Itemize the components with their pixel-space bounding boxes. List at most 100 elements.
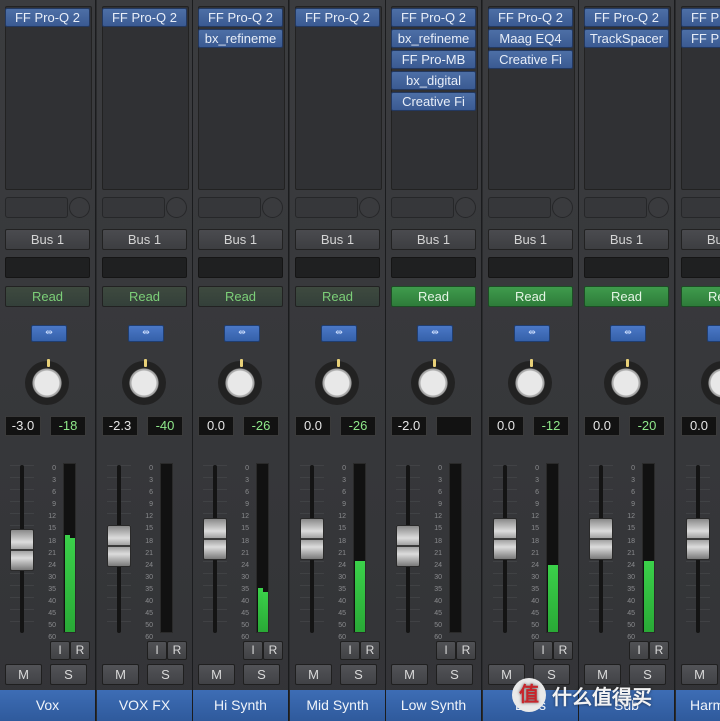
- pan-knob[interactable]: [218, 361, 262, 405]
- link-icon[interactable]: ⇹: [417, 325, 453, 342]
- solo-button[interactable]: S: [147, 664, 184, 685]
- volume-fader[interactable]: [107, 525, 131, 567]
- peak-readout[interactable]: -12: [533, 416, 569, 436]
- plugin-slot[interactable]: FF Pro-Q 2: [391, 8, 476, 27]
- input-monitor-button[interactable]: I: [629, 641, 649, 660]
- volume-fader[interactable]: [10, 529, 34, 571]
- volume-fader[interactable]: [493, 518, 517, 560]
- automation-mode-button[interactable]: Read: [295, 286, 380, 307]
- solo-button[interactable]: S: [436, 664, 473, 685]
- volume-fader[interactable]: [203, 518, 227, 560]
- output-bus-button[interactable]: Bus 1: [102, 229, 187, 250]
- send-slot[interactable]: [584, 197, 647, 218]
- pan-knob[interactable]: [122, 361, 166, 405]
- send-level-knob[interactable]: [166, 197, 187, 218]
- output-bus-button[interactable]: Bus 1: [391, 229, 476, 250]
- channel-name[interactable]: VOX FX: [97, 690, 192, 721]
- mute-button[interactable]: M: [391, 664, 428, 685]
- record-enable-button[interactable]: R: [649, 641, 669, 660]
- volume-readout[interactable]: -2.3: [102, 416, 138, 436]
- plugin-slot[interactable]: FF Pro-Q 2: [198, 8, 283, 27]
- output-bus-button[interactable]: Bus 1: [488, 229, 573, 250]
- send-slot[interactable]: [681, 197, 720, 218]
- record-enable-button[interactable]: R: [70, 641, 90, 660]
- volume-fader[interactable]: [589, 518, 613, 560]
- input-monitor-button[interactable]: I: [243, 641, 263, 660]
- mute-button[interactable]: M: [102, 664, 139, 685]
- record-enable-button[interactable]: R: [553, 641, 573, 660]
- send-level-knob[interactable]: [648, 197, 669, 218]
- solo-button[interactable]: S: [340, 664, 377, 685]
- send-slot[interactable]: [295, 197, 358, 218]
- volume-readout[interactable]: 0.0: [681, 416, 717, 436]
- plugin-slot[interactable]: TrackSpacer: [584, 29, 669, 48]
- send-slot[interactable]: [198, 197, 261, 218]
- output-bus-button[interactable]: Bus 1: [295, 229, 380, 250]
- peak-readout[interactable]: -18: [50, 416, 86, 436]
- input-monitor-button[interactable]: I: [533, 641, 553, 660]
- volume-readout[interactable]: 0.0: [198, 416, 234, 436]
- pan-knob[interactable]: [508, 361, 552, 405]
- send-slot[interactable]: [102, 197, 165, 218]
- group-slot[interactable]: [5, 257, 90, 278]
- plugin-slot[interactable]: FF Pro-Q 2: [584, 8, 669, 27]
- send-level-knob[interactable]: [552, 197, 573, 218]
- send-slot[interactable]: [391, 197, 454, 218]
- mute-button[interactable]: M: [198, 664, 235, 685]
- link-icon[interactable]: ⇹: [514, 325, 550, 342]
- input-monitor-button[interactable]: I: [147, 641, 167, 660]
- input-monitor-button[interactable]: I: [436, 641, 456, 660]
- volume-fader[interactable]: [686, 518, 710, 560]
- plugin-slot[interactable]: bx_refineme: [391, 29, 476, 48]
- volume-readout[interactable]: 0.0: [488, 416, 524, 436]
- volume-readout[interactable]: -3.0: [5, 416, 41, 436]
- output-bus-button[interactable]: Bus 1: [584, 229, 669, 250]
- automation-mode-button[interactable]: Read: [488, 286, 573, 307]
- automation-mode-button[interactable]: Read: [198, 286, 283, 307]
- plugin-slot[interactable]: bx_digital: [391, 71, 476, 90]
- peak-readout[interactable]: -26: [340, 416, 376, 436]
- peak-readout[interactable]: -40: [147, 416, 183, 436]
- pan-knob[interactable]: [411, 361, 455, 405]
- plugin-slot[interactable]: Creative Fi: [391, 92, 476, 111]
- peak-readout[interactable]: -26: [243, 416, 279, 436]
- link-icon[interactable]: ⇹: [610, 325, 646, 342]
- volume-readout[interactable]: -2.0: [391, 416, 427, 436]
- plugin-slot[interactable]: FF Pro-Q 2: [102, 8, 187, 27]
- plugin-slot[interactable]: Creative Fi: [488, 50, 573, 69]
- plugin-slot[interactable]: FF Pro-Q 2: [5, 8, 90, 27]
- record-enable-button[interactable]: R: [456, 641, 476, 660]
- send-level-knob[interactable]: [69, 197, 90, 218]
- link-icon[interactable]: ⇹: [128, 325, 164, 342]
- solo-button[interactable]: S: [243, 664, 280, 685]
- send-level-knob[interactable]: [359, 197, 380, 218]
- link-icon[interactable]: ⇹: [321, 325, 357, 342]
- record-enable-button[interactable]: R: [167, 641, 187, 660]
- automation-mode-button[interactable]: Read: [102, 286, 187, 307]
- send-level-knob[interactable]: [262, 197, 283, 218]
- plugin-slot[interactable]: FF Pro-MB: [391, 50, 476, 69]
- send-slot[interactable]: [5, 197, 68, 218]
- pan-knob[interactable]: [315, 361, 359, 405]
- output-bus-button[interactable]: Bus 1: [5, 229, 90, 250]
- automation-mode-button[interactable]: Read: [584, 286, 669, 307]
- link-icon[interactable]: ⇹: [31, 325, 67, 342]
- group-slot[interactable]: [488, 257, 573, 278]
- plugin-slot[interactable]: FF Pro-Q 2: [681, 8, 720, 27]
- plugin-slots[interactable]: [5, 6, 92, 190]
- mute-button[interactable]: M: [5, 664, 42, 685]
- plugin-slot[interactable]: FF Pro-Q 2: [681, 29, 720, 48]
- plugin-slots[interactable]: [295, 6, 382, 190]
- plugin-slot[interactable]: FF Pro-Q 2: [295, 8, 380, 27]
- group-slot[interactable]: [295, 257, 380, 278]
- group-slot[interactable]: [681, 257, 720, 278]
- group-slot[interactable]: [584, 257, 669, 278]
- group-slot[interactable]: [102, 257, 187, 278]
- peak-readout[interactable]: -20: [629, 416, 665, 436]
- group-slot[interactable]: [391, 257, 476, 278]
- plugin-slot[interactable]: bx_refineme: [198, 29, 283, 48]
- mute-button[interactable]: M: [295, 664, 332, 685]
- automation-mode-button[interactable]: Read: [5, 286, 90, 307]
- channel-name[interactable]: Vox: [0, 690, 95, 721]
- output-bus-button[interactable]: Bus 1: [198, 229, 283, 250]
